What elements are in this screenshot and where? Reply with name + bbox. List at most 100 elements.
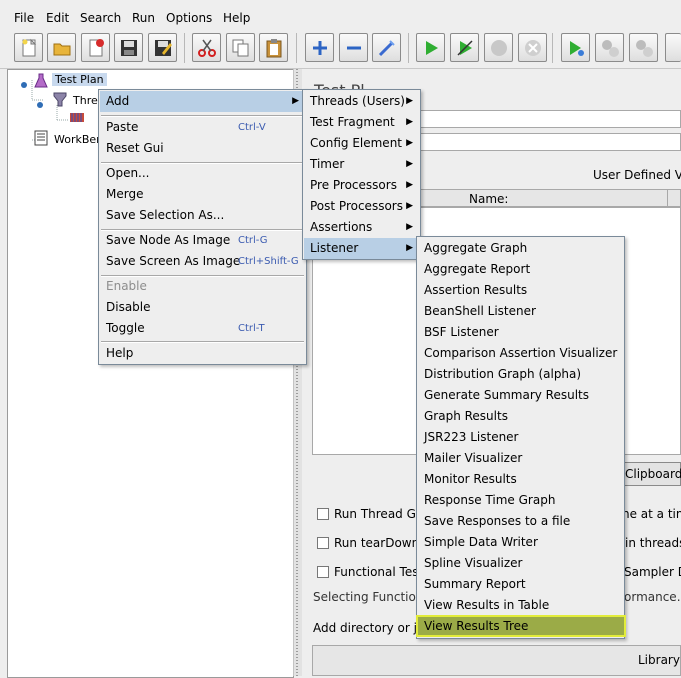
new-file-icon [22, 38, 37, 57]
listener-item-mailer-visualizer[interactable]: Mailer Visualizer [418, 448, 623, 469]
menu-file[interactable]: File [14, 11, 34, 25]
menu-edit[interactable]: Edit [46, 11, 69, 25]
listener-item-view-results-table[interactable]: View Results in Table [418, 595, 623, 616]
menu-search[interactable]: Search [80, 11, 121, 25]
listener-item-assertion-results[interactable]: Assertion Results [418, 280, 623, 301]
listener-item-response-time-graph[interactable]: Response Time Graph [418, 490, 623, 511]
menu-item-toggle-label: Toggle [106, 321, 145, 335]
save-as-icon [155, 40, 172, 56]
add-item-assertions[interactable]: Assertions ▶ [304, 217, 419, 238]
run-thread-groups-checkbox[interactable] [317, 508, 329, 520]
menu-item-help[interactable]: Help [100, 343, 305, 364]
save-button[interactable] [114, 33, 143, 62]
cut-button[interactable] [192, 33, 221, 62]
expand-all-button[interactable] [305, 33, 334, 62]
toolbar-separator [552, 33, 553, 63]
clipboard-icon [266, 39, 282, 58]
add-item-post-processors[interactable]: Post Processors ▶ [304, 196, 419, 217]
listener-item-beanshell-listener[interactable]: BeanShell Listener [418, 301, 623, 322]
library-column-header: Library [638, 653, 680, 667]
expand-handle-icon[interactable] [20, 78, 28, 92]
view-results-tree-label: View Results Tree [424, 619, 529, 633]
menu-options[interactable]: Options [166, 11, 212, 25]
menu-item-reset-gui[interactable]: Reset Gui [100, 138, 305, 159]
add-item-pre-processors[interactable]: Pre Processors ▶ [304, 175, 419, 196]
remote-start-all-button[interactable] [561, 33, 590, 62]
listener-item-distribution-graph[interactable]: Distribution Graph (alpha) [418, 364, 623, 385]
open-button[interactable] [47, 33, 76, 62]
run-teardown-checkbox[interactable] [317, 537, 329, 549]
plus-icon [313, 41, 327, 55]
functional-test-mode-checkbox[interactable] [317, 566, 329, 578]
menu-item-disable[interactable]: Disable [100, 297, 305, 318]
listener-item-view-results-tree[interactable]: View Results Tree [416, 615, 626, 637]
add-item-listener[interactable]: Listener ▶ [304, 238, 419, 259]
stop-button[interactable] [484, 33, 513, 62]
clear-button[interactable] [665, 33, 681, 62]
copy-icon [232, 39, 249, 57]
close-button[interactable] [81, 33, 110, 62]
save-screen-image-shortcut: Ctrl+Shift-G [238, 256, 299, 267]
save-as-button[interactable] [148, 33, 177, 62]
add-item-test-fragment[interactable]: Test Fragment ▶ [304, 112, 419, 133]
listener-item-generate-summary-results[interactable]: Generate Summary Results [418, 385, 623, 406]
toggle-button[interactable] [372, 33, 401, 62]
add-item-timer[interactable]: Timer ▶ [304, 154, 419, 175]
start-no-pauses-button[interactable] [450, 33, 479, 62]
menu-item-save-node-image[interactable]: Save Node As Image Ctrl-G [100, 230, 305, 251]
expand-handle-icon[interactable] [36, 98, 44, 112]
start-button[interactable] [416, 33, 445, 62]
listener-item-simple-data-writer[interactable]: Simple Data Writer [418, 532, 623, 553]
menu-item-add[interactable]: Add ▶ [100, 91, 305, 112]
column-divider [667, 190, 668, 206]
menu-item-toggle[interactable]: Toggle Ctrl-T [100, 318, 305, 339]
menu-item-open[interactable]: Open... [100, 163, 305, 184]
context-menu: Add ▶ Paste Ctrl-V Reset Gui Open... Merge… [98, 89, 307, 365]
submenu-arrow-icon: ▶ [406, 222, 413, 232]
listener-item-jsr223-listener[interactable]: JSR223 Listener [418, 427, 623, 448]
listener-item-comparison-assertion-visualizer[interactable]: Comparison Assertion Visualizer [418, 343, 623, 364]
name-field[interactable] [420, 110, 681, 128]
menu-item-merge[interactable]: Merge [100, 184, 305, 205]
add-item-threads[interactable]: Threads (Users) ▶ [304, 91, 419, 112]
menu-run[interactable]: Run [132, 11, 155, 25]
tree-node-test-plan[interactable]: Test Plan [52, 73, 107, 86]
workbench-icon [33, 130, 49, 149]
copy-button[interactable] [226, 33, 255, 62]
shutdown-button[interactable] [518, 33, 547, 62]
menu-item-paste[interactable]: Paste Ctrl-V [100, 117, 305, 138]
comments-field[interactable] [420, 133, 681, 151]
paste-button[interactable] [259, 33, 288, 62]
menu-item-save-screen-image[interactable]: Save Screen As Image Ctrl+Shift-G [100, 251, 305, 272]
menu-item-paste-label: Paste [106, 120, 139, 134]
folder-icon [53, 43, 71, 56]
toolbar [0, 30, 681, 69]
submenu-arrow-icon: ▶ [406, 96, 413, 106]
new-button[interactable] [14, 33, 43, 62]
listener-item-spline-visualizer[interactable]: Spline Visualizer [418, 553, 623, 574]
collapse-all-button[interactable] [339, 33, 368, 62]
minus-icon [347, 46, 361, 50]
play-no-timers-icon [457, 40, 473, 56]
menu-item-save-selection[interactable]: Save Selection As... [100, 205, 305, 226]
floppy-icon [121, 40, 137, 56]
listener-item-save-responses[interactable]: Save Responses to a file [418, 511, 623, 532]
functional-test-mode-label: Functional Tes [334, 565, 419, 579]
listener-item-aggregate-graph[interactable]: Aggregate Graph [418, 238, 623, 259]
listener-item-bsf-listener[interactable]: BSF Listener [418, 322, 623, 343]
menu-help[interactable]: Help [223, 11, 250, 25]
remote-stop-all-button[interactable] [595, 33, 624, 62]
remote-play-icon [570, 41, 584, 56]
close-file-icon [89, 39, 104, 57]
menu-item-add-label: Add [106, 94, 130, 108]
add-item-config-element[interactable]: Config Element ▶ [304, 133, 419, 154]
remote-shutdown-all-button[interactable] [629, 33, 658, 62]
listener-item-summary-report[interactable]: Summary Report [418, 574, 623, 595]
listener-item-monitor-results[interactable]: Monitor Results [418, 469, 623, 490]
clipboard-button-label: Clipboard [625, 467, 681, 481]
listener-item-aggregate-report[interactable]: Aggregate Report [418, 259, 623, 280]
menu-item-enable: Enable [106, 279, 147, 293]
listener-item-graph-results[interactable]: Graph Results [418, 406, 623, 427]
tree-node-workbench[interactable]: WorkBen [54, 133, 103, 146]
add-from-clipboard-button[interactable]: Clipboard [618, 462, 681, 486]
